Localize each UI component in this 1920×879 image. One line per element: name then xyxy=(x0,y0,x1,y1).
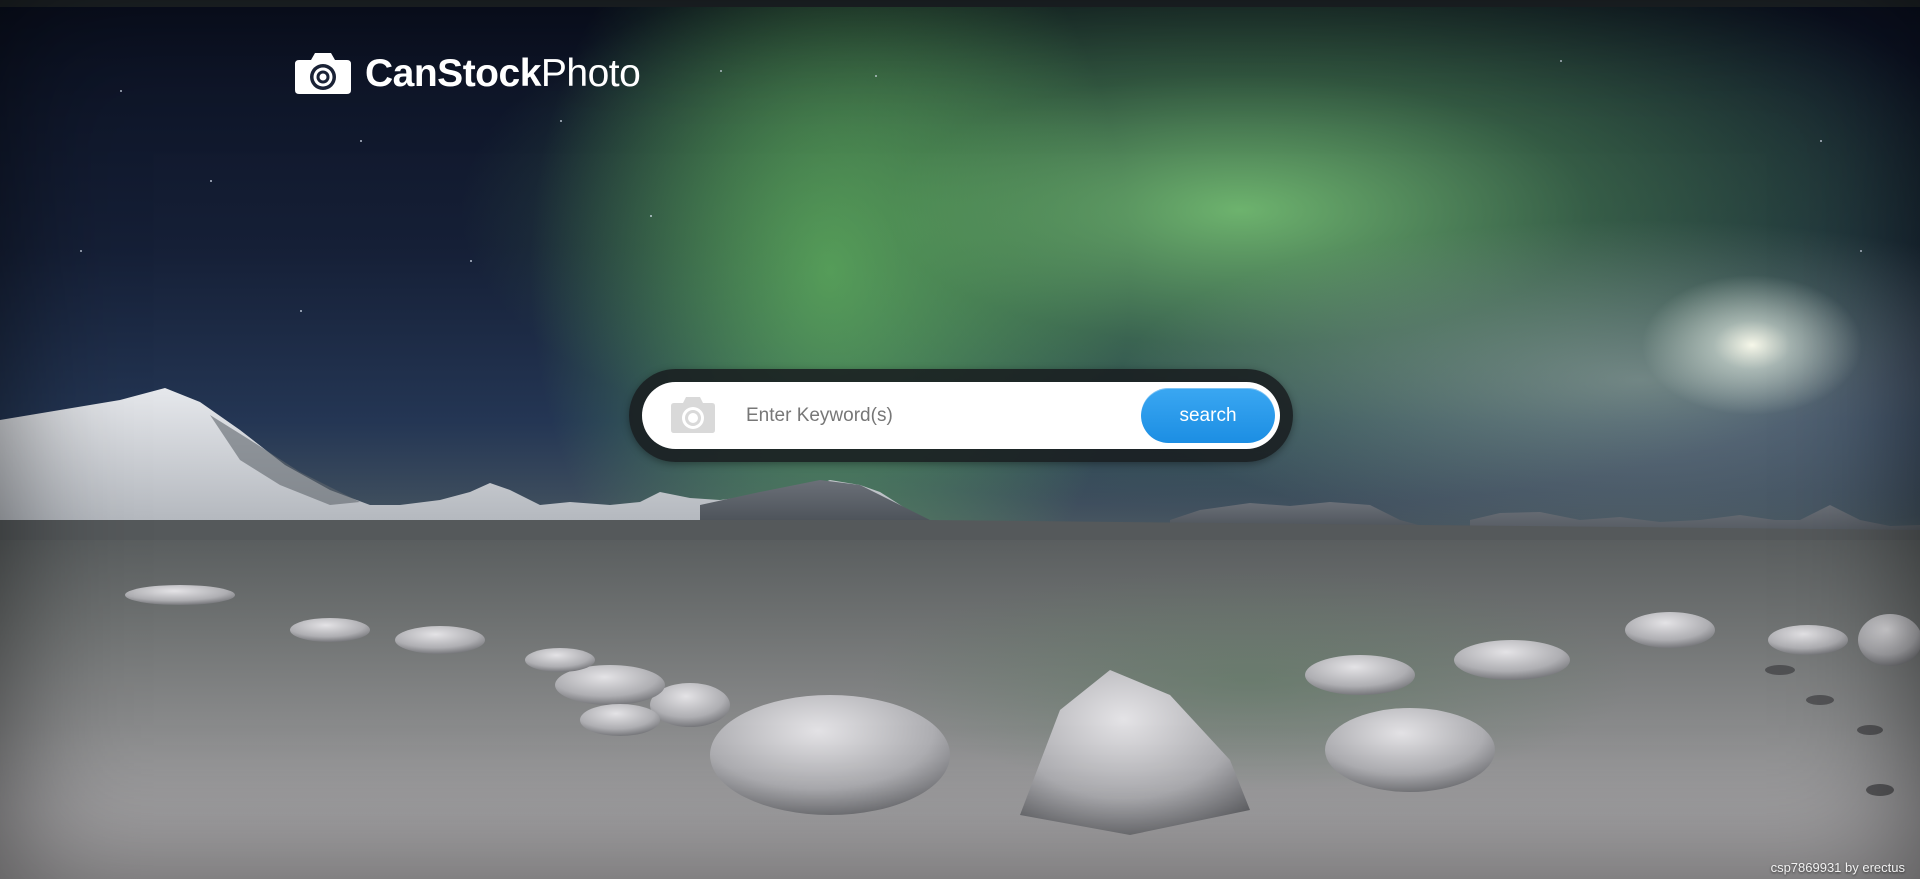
star xyxy=(650,215,652,217)
site-logo[interactable]: CanStockPhoto xyxy=(293,48,641,98)
search-input[interactable] xyxy=(746,394,1131,437)
logo-text-light: Photo xyxy=(540,51,641,95)
star xyxy=(80,250,82,252)
top-border xyxy=(0,0,1920,7)
image-credit: csp7869931 by erectus xyxy=(1770,860,1905,875)
star xyxy=(210,180,212,182)
star xyxy=(1560,60,1562,62)
star xyxy=(470,260,472,262)
star xyxy=(1820,140,1822,142)
star xyxy=(1860,250,1862,252)
star xyxy=(300,310,302,312)
star xyxy=(360,140,362,142)
star xyxy=(120,90,122,92)
star xyxy=(875,75,877,77)
logo-wordmark: CanStockPhoto xyxy=(365,51,641,95)
search-field-container: search xyxy=(642,382,1280,449)
snow-rocks xyxy=(0,560,1920,879)
search-bar: search xyxy=(629,369,1293,462)
camera-logo-icon xyxy=(293,50,353,96)
camera-icon[interactable] xyxy=(669,394,717,436)
star xyxy=(560,120,562,122)
search-button[interactable]: search xyxy=(1141,388,1275,443)
star xyxy=(720,70,722,72)
logo-text-bold: CanStock xyxy=(365,51,541,95)
